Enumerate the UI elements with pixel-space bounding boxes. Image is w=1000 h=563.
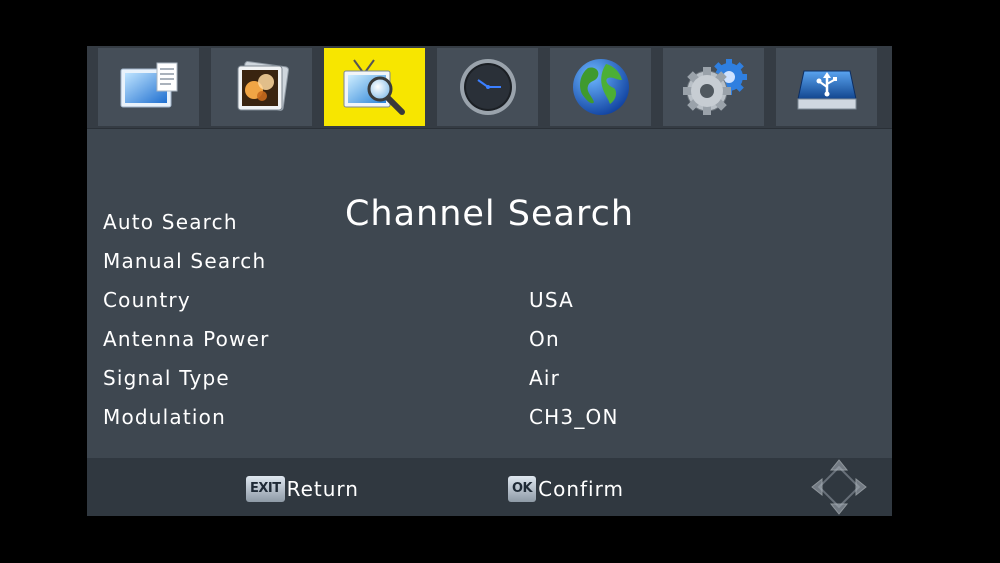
modulation-value: CH3_ON: [529, 405, 619, 429]
tab-language[interactable]: [550, 48, 651, 126]
globe-icon: [572, 59, 629, 115]
return-label: Return: [286, 477, 359, 501]
menu-item-label: Manual Search: [103, 249, 267, 273]
footer-hint-bar: EXIT Return OK Confirm: [87, 458, 892, 516]
usb-drive-icon: [796, 70, 857, 110]
menu-item-antenna-power[interactable]: Antenna Power On: [103, 322, 873, 356]
settings-gears-icon: [682, 59, 747, 115]
menu-item-manual-search[interactable]: Manual Search: [103, 244, 873, 278]
tab-usb[interactable]: [776, 48, 877, 126]
channel-search-icon: [343, 59, 405, 115]
menu-item-modulation[interactable]: Modulation CH3_ON: [103, 400, 873, 434]
menu-item-auto-search[interactable]: Auto Search: [103, 205, 873, 239]
tab-channel-search[interactable]: [324, 48, 425, 126]
tab-program[interactable]: [98, 48, 199, 126]
clock-icon: [459, 59, 516, 115]
menu-item-label: Modulation: [103, 405, 226, 429]
navigation-arrows-icon: [811, 459, 867, 515]
country-value: USA: [529, 288, 574, 312]
exit-return-hint[interactable]: EXIT Return: [246, 475, 359, 503]
program-list-icon: [120, 62, 177, 108]
tab-picture[interactable]: [211, 48, 312, 126]
confirm-label: Confirm: [538, 477, 624, 501]
picture-icon: [237, 61, 289, 111]
menu-item-label: Auto Search: [103, 210, 238, 234]
signal-type-value: Air: [529, 366, 561, 390]
menu-item-label: Antenna Power: [103, 327, 270, 351]
exit-key-icon: EXIT: [246, 476, 285, 502]
menu-item-country[interactable]: Country USA: [103, 283, 873, 317]
tab-system[interactable]: [663, 48, 764, 126]
menu-item-label: Signal Type: [103, 366, 230, 390]
menu-item-label: Country: [103, 288, 191, 312]
menu-item-signal-type[interactable]: Signal Type Air: [103, 361, 873, 395]
ok-confirm-hint[interactable]: OK Confirm: [508, 475, 624, 503]
menu-panel: Channel Search Auto Search Manual Search…: [87, 46, 892, 516]
category-tab-bar: [87, 46, 892, 129]
ok-key-icon: OK: [508, 476, 537, 502]
tab-time[interactable]: [437, 48, 538, 126]
antenna-power-value: On: [529, 327, 560, 351]
